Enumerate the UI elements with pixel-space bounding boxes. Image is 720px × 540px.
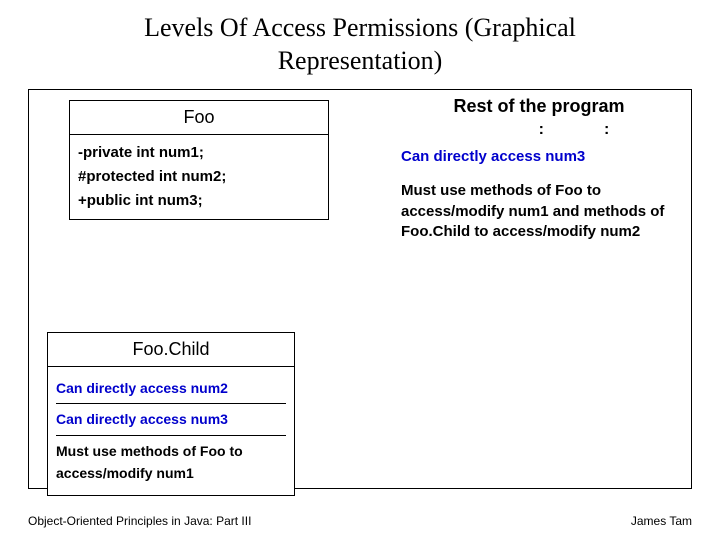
child-access-num3: Can directly access num3 [56, 404, 286, 435]
uml-class-foo: Foo -private int num1; #protected int nu… [69, 100, 329, 220]
rest-access-others: Must use methods of Foo to access/modify… [401, 181, 679, 242]
uml-class-foo-body: -private int num1; #protected int num2; … [70, 135, 328, 219]
child-access-num2: Can directly access num2 [56, 373, 286, 404]
slide-footer: Object-Oriented Principles in Java: Part… [28, 514, 692, 528]
rest-of-program-block: Rest of the program :: Can directly acce… [399, 96, 679, 256]
uml-class-foochild-name: Foo.Child [48, 333, 294, 367]
footer-left: Object-Oriented Principles in Java: Part… [28, 514, 251, 528]
rest-access-num3: Can directly access num3 [401, 147, 679, 167]
uml-class-foo-name: Foo [70, 101, 328, 135]
uml-class-foochild: Foo.Child Can directly access num2 Can d… [47, 332, 295, 496]
rest-heading: Rest of the program [399, 96, 679, 117]
rest-ellipsis: :: [399, 121, 679, 139]
diagram-canvas: Foo -private int num1; #protected int nu… [28, 89, 692, 489]
foo-field-protected: #protected int num2; [78, 165, 320, 189]
uml-class-foochild-body: Can directly access num2 Can directly ac… [48, 367, 294, 495]
footer-right: James Tam [631, 514, 692, 528]
foo-field-private: -private int num1; [78, 141, 320, 165]
foo-field-public: +public int num3; [78, 189, 320, 213]
child-access-num1: Must use methods of Foo to access/modify… [56, 436, 286, 489]
slide-title: Levels Of Access Permissions (Graphical … [0, 0, 720, 85]
